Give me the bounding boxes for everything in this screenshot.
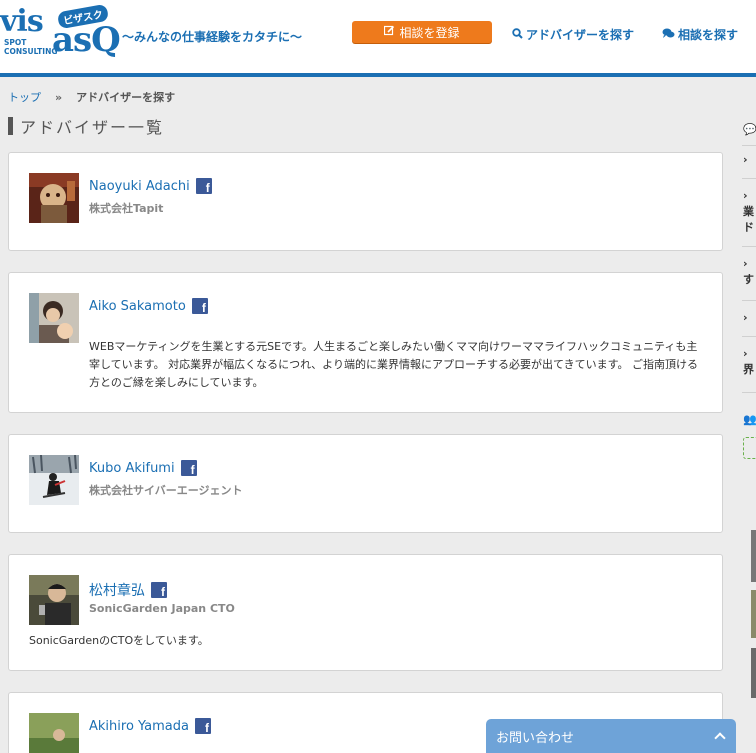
advisor-bio: SonicGardenのCTOをしています。 (29, 634, 209, 647)
users-icon: 👥 (743, 413, 756, 426)
edit-icon (384, 25, 395, 39)
facebook-icon[interactable]: f (191, 298, 208, 314)
comments-icon (662, 28, 675, 42)
advisor-name-row: Aiko Sakamoto f (89, 298, 208, 314)
nav-find-advisor[interactable]: アドバイザーを探す (512, 26, 634, 43)
nav-find-consultation-label: 相談を探す (678, 28, 739, 42)
sidebar-item[interactable]: › す (743, 256, 754, 288)
sidebar-divider (742, 246, 756, 247)
advisor-card: Aiko Sakamoto f WEBマーケティングを生業とする元SEです。人生… (8, 272, 723, 413)
advisor-company: 株式会社Tapit (89, 202, 164, 215)
site-header: vis ビザスク asQ SPOT CONSULTING 〜みんなの仕事経験をカ… (0, 0, 756, 73)
advisor-company: 株式会社サイバーエージェント (89, 484, 243, 497)
nav-find-advisor-label: アドバイザーを探す (526, 28, 635, 42)
sidebar-divider (742, 392, 756, 393)
register-consultation-button[interactable]: 相談を登録 (352, 21, 492, 43)
search-icon (512, 27, 523, 42)
advisor-card: Kubo Akifumi f 株式会社サイバーエージェント (8, 434, 723, 533)
logo-text-vis: vis (0, 4, 44, 39)
advisor-avatar[interactable] (29, 575, 79, 625)
advisor-name-link[interactable]: Akihiro Yamada (89, 719, 189, 734)
sidebar-item[interactable]: › 業ド (743, 188, 754, 236)
advisor-card: Naoyuki Adachi f 株式会社Tapit (8, 152, 723, 251)
breadcrumb-top-link[interactable]: トップ (8, 89, 41, 105)
breadcrumb-separator: » (55, 90, 63, 104)
advisor-name-link[interactable]: Naoyuki Adachi (89, 179, 190, 194)
header-divider (0, 73, 756, 77)
advisor-name-link[interactable]: 松村章弘 (89, 580, 145, 600)
site-tagline: 〜みんなの仕事経験をカタチに〜 (122, 30, 303, 44)
breadcrumb-current: アドバイザーを探す (76, 91, 176, 104)
sidebar-thumbnail[interactable] (751, 590, 756, 638)
advisor-avatar[interactable] (29, 173, 79, 223)
sidebar-dashed-box[interactable] (743, 437, 756, 459)
sidebar-item[interactable]: › 界 (743, 346, 754, 378)
sidebar-divider (742, 178, 756, 179)
advisor-bio: WEBマーケティングを生業とする元SEです。人生まるごと楽しみたい働くママ向けワ… (89, 340, 699, 389)
sidebar-thumbnail[interactable] (751, 530, 756, 582)
advisor-name-row: Naoyuki Adachi f (89, 178, 212, 194)
advisor-name-row: Akihiro Yamada f (89, 718, 211, 734)
advisor-avatar[interactable] (29, 293, 79, 343)
advisor-name-link[interactable]: Kubo Akifumi (89, 461, 175, 476)
facebook-icon[interactable]: f (180, 460, 197, 476)
sidebar-divider (742, 145, 756, 146)
page-title-text: アドバイザー一覧 (20, 118, 165, 137)
title-accent-bar (8, 117, 13, 135)
contact-button[interactable]: お問い合わせ (486, 719, 736, 753)
nav-find-consultation[interactable]: 相談を探す (662, 26, 738, 43)
visasq-logo[interactable]: vis ビザスク asQ SPOT CONSULTING (0, 3, 121, 62)
sidebar-divider (742, 336, 756, 337)
facebook-icon[interactable]: f (151, 582, 167, 598)
advisor-name-row: Kubo Akifumi f (89, 460, 197, 476)
contact-label: お問い合わせ (496, 730, 575, 746)
page-title: アドバイザー一覧 (8, 116, 165, 137)
facebook-icon[interactable]: f (195, 178, 212, 194)
advisor-avatar[interactable] (29, 455, 79, 505)
chevron-up-icon (714, 732, 726, 744)
logo-text-asq: asQ (52, 20, 121, 60)
breadcrumb: トップ » アドバイザーを探す (8, 89, 175, 105)
advisor-avatar[interactable] (29, 713, 79, 753)
sidebar-thumbnail[interactable] (751, 648, 756, 698)
facebook-icon[interactable]: f (195, 718, 211, 734)
logo-subtext: SPOT CONSULTING (4, 38, 58, 56)
sidebar-divider (742, 300, 756, 301)
advisor-card: 松村章弘 f SonicGarden Japan CTO SonicGarden… (8, 554, 723, 671)
sidebar-item[interactable]: › (743, 310, 748, 326)
comment-icon: 💬 (743, 123, 756, 136)
register-button-label: 相談を登録 (399, 25, 460, 40)
sidebar-item[interactable]: › (743, 152, 748, 168)
advisor-name-link[interactable]: Aiko Sakamoto (89, 299, 186, 314)
advisor-company: SonicGarden Japan CTO (89, 602, 235, 615)
advisor-name-row: 松村章弘 f (89, 580, 167, 600)
